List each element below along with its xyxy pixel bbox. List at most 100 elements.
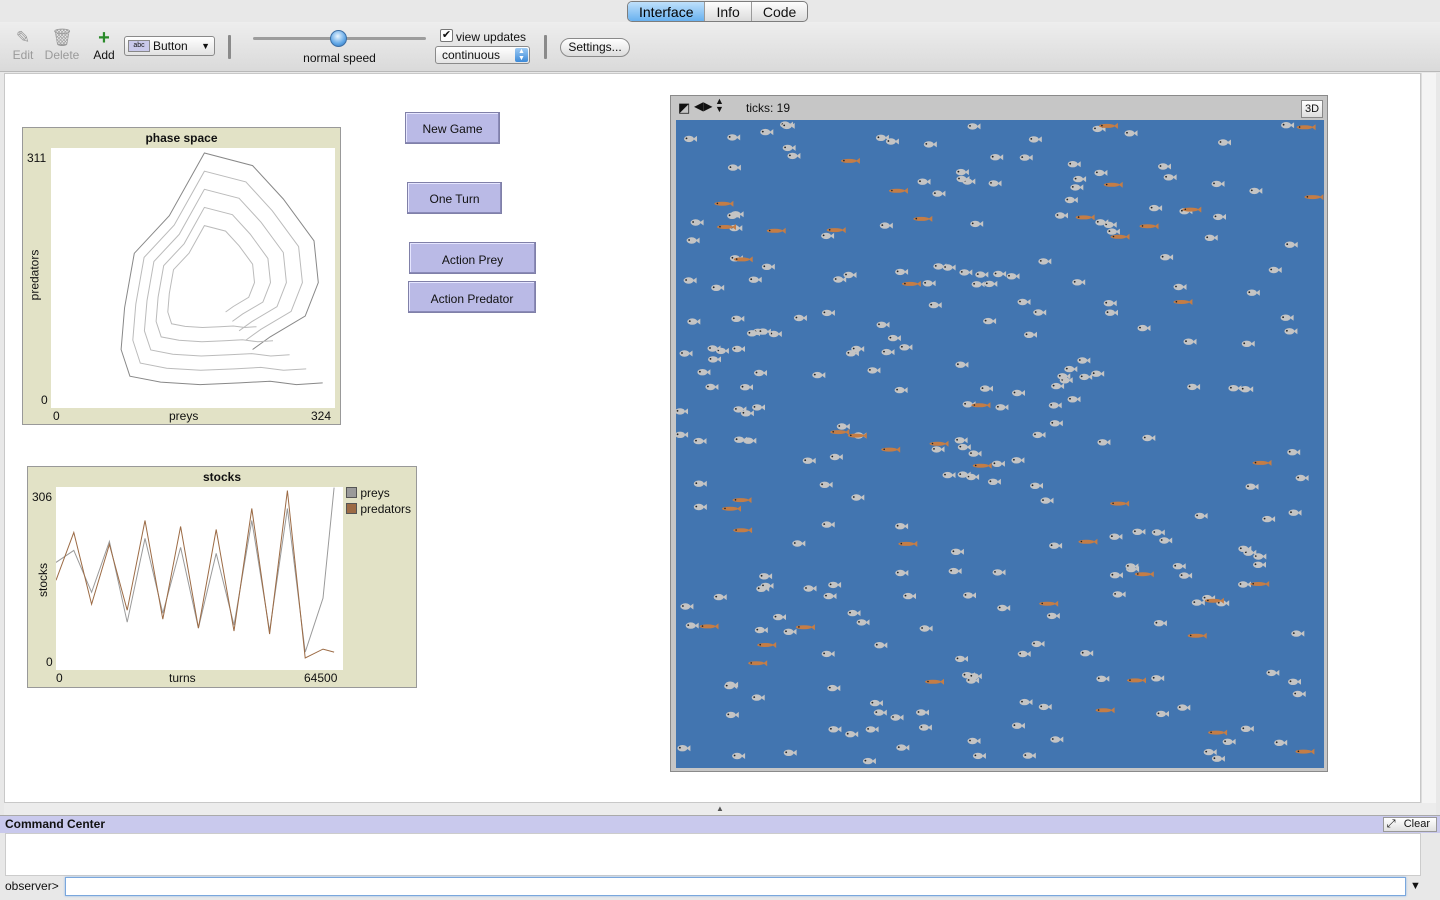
prey-fish xyxy=(1284,328,1298,335)
delete-button[interactable]: 🗑 Delete xyxy=(44,28,80,62)
prey-fish xyxy=(1149,204,1163,212)
tab-interface[interactable]: Interface xyxy=(628,2,706,21)
prey-fish xyxy=(1109,572,1123,579)
add-button[interactable]: + Add xyxy=(92,28,116,62)
plus-icon: + xyxy=(98,27,110,49)
prey-fish xyxy=(856,619,870,626)
ticks-counter: ticks: 19 xyxy=(746,101,791,115)
resize-icon[interactable]: ◩ xyxy=(678,100,690,116)
prey-fish xyxy=(950,548,964,555)
splitter-handle[interactable]: ▲ xyxy=(4,803,1436,815)
prey-fish xyxy=(1012,389,1025,397)
horizontal-arrows-icon[interactable]: ◀▶ xyxy=(694,99,712,113)
phase-chart-svg xyxy=(120,152,323,386)
prey-fish xyxy=(684,135,697,143)
prey-fish xyxy=(751,694,765,701)
one-turn-button[interactable]: One Turn xyxy=(407,182,502,214)
prey-fish xyxy=(828,581,842,589)
prey-fish xyxy=(1228,385,1242,392)
prey-fish xyxy=(887,334,901,342)
predator-fish xyxy=(925,678,944,685)
legend-swatch xyxy=(346,487,357,498)
predator-fish xyxy=(901,280,921,287)
prey-fish xyxy=(697,369,711,376)
prey-fish xyxy=(1153,620,1167,627)
predator-fish xyxy=(1250,581,1270,587)
prey-fish xyxy=(1292,690,1306,698)
edit-button[interactable]: ✎ Edit xyxy=(12,28,34,62)
view-updates-checkbox[interactable]: ✔ xyxy=(440,29,453,42)
x-min-label: 0 xyxy=(53,409,60,423)
prey-fish xyxy=(812,371,826,379)
history-dropdown-icon[interactable]: ▼ xyxy=(1407,877,1424,896)
prey-fish xyxy=(1287,449,1301,456)
speed-slider-knob[interactable] xyxy=(330,30,347,47)
predator-fish xyxy=(1103,181,1123,188)
prey-fish xyxy=(895,268,909,276)
prey-fish xyxy=(987,478,1001,485)
predator-fish xyxy=(722,505,741,512)
action-predator-button[interactable]: Action Predator xyxy=(408,281,536,313)
tab-info[interactable]: Info xyxy=(705,2,752,21)
legend-item-preys: preys xyxy=(346,486,411,502)
prey-fish xyxy=(1124,130,1138,137)
prey-fish xyxy=(1158,163,1171,170)
prey-fish xyxy=(917,178,931,185)
settings-button[interactable]: Settings... xyxy=(560,38,630,57)
prey-fish xyxy=(823,592,837,600)
prey-fish xyxy=(1288,678,1301,685)
prey-fish xyxy=(991,460,1005,467)
prey-fish xyxy=(1011,457,1025,464)
prey-fish xyxy=(752,404,765,411)
widget-type-select[interactable]: abc Button ▼ xyxy=(124,36,215,56)
prey-fish xyxy=(713,593,727,601)
update-mode-select[interactable]: continuous ▲ ▼ xyxy=(435,46,530,64)
phase-inner-loop xyxy=(132,170,307,371)
predator-fish xyxy=(1127,677,1146,684)
predator-fish xyxy=(826,227,846,234)
clear-button[interactable]: ⤢ Clear xyxy=(1382,817,1437,832)
prey-fish xyxy=(1245,483,1259,490)
phase-inner-loop xyxy=(143,188,290,357)
y-max-label: 306 xyxy=(32,490,53,504)
world-view[interactable] xyxy=(676,120,1324,768)
prey-fish xyxy=(1172,563,1186,570)
prey-fish xyxy=(971,281,985,288)
predator-fish xyxy=(766,227,786,234)
prey-fish xyxy=(711,284,725,291)
predator-fish xyxy=(972,462,992,469)
plot-title: stocks xyxy=(202,470,242,484)
prey-fish xyxy=(881,348,895,356)
new-game-button[interactable]: New Game xyxy=(405,112,500,144)
prey-fish xyxy=(1067,161,1081,168)
prey-fish xyxy=(1284,241,1298,248)
prey-fish xyxy=(1064,196,1078,204)
prey-fish xyxy=(727,134,741,141)
checkmark-icon: ✔ xyxy=(441,29,452,41)
predator-fish xyxy=(1187,632,1207,639)
command-output xyxy=(5,833,1421,876)
prey-fish xyxy=(833,276,847,283)
predator-fish xyxy=(913,215,933,222)
prey-fish xyxy=(983,317,997,325)
command-input[interactable] xyxy=(65,877,1406,896)
vertical-arrows-icon[interactable]: ▲ ▼ xyxy=(715,97,724,114)
prey-fish xyxy=(1080,650,1094,657)
x-max-label: 64500 xyxy=(304,671,338,685)
vertical-scrollbar[interactable] xyxy=(1421,73,1436,803)
3d-view-button[interactable]: 3D xyxy=(1301,100,1323,118)
view-updates-label: view updates xyxy=(456,30,527,44)
tab-code[interactable]: Code xyxy=(752,2,807,21)
prey-fish xyxy=(740,410,754,417)
prey-fish xyxy=(693,480,707,487)
prey-fish xyxy=(919,625,933,632)
phase-inner-loop xyxy=(167,225,257,329)
prey-fish xyxy=(690,219,704,226)
prey-fish xyxy=(895,523,909,530)
prey-fish xyxy=(923,141,937,148)
prey-fish xyxy=(1191,599,1205,606)
prey-fish xyxy=(1064,365,1078,373)
delete-label: Delete xyxy=(44,48,80,62)
trash-icon: 🗑 xyxy=(51,28,73,47)
action-prey-button[interactable]: Action Prey xyxy=(409,242,536,274)
